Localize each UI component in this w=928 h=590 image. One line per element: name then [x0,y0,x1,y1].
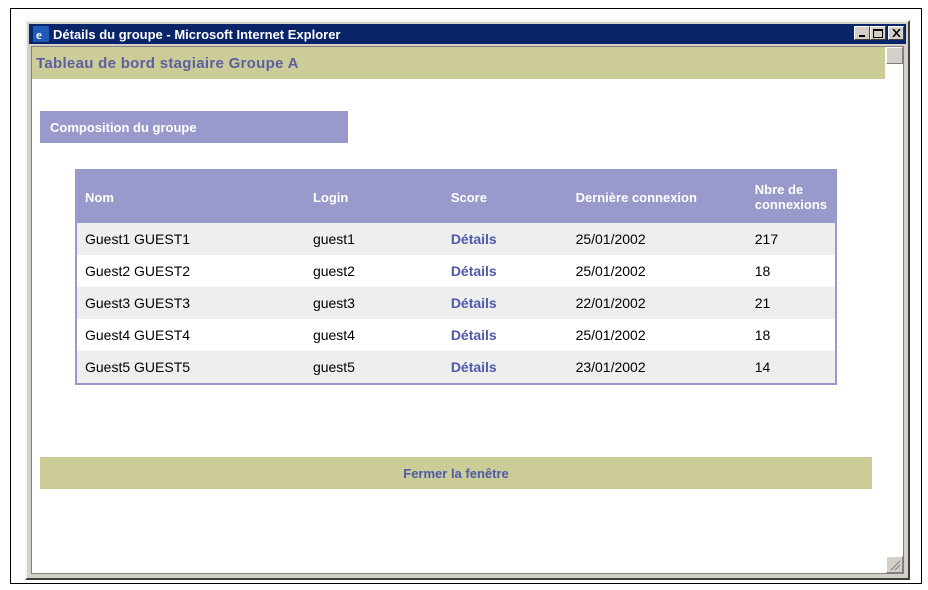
cell-last-connection: 23/01/2002 [567,351,747,383]
resize-grip-icon [890,560,901,571]
cell-score: Détails [442,319,568,351]
ie-logo-icon: e [33,26,49,42]
cell-login: guest4 [304,319,443,351]
details-link[interactable]: Détails [451,231,497,247]
cell-connection-count: 18 [746,255,835,287]
close-icon [891,29,901,37]
cell-connection-count: 14 [746,351,835,383]
cell-last-connection: 25/01/2002 [567,255,747,287]
cell-score: Détails [442,351,568,383]
maximize-button[interactable] [870,26,886,40]
cell-nom: Guest1 GUEST1 [77,223,305,255]
details-link[interactable]: Détails [451,327,497,343]
close-window-link[interactable]: Fermer la fenêtre [403,466,509,481]
window-controls [854,26,904,40]
cell-connection-count: 21 [746,287,835,319]
svg-text:e: e [36,27,42,42]
table-row: Guest2 GUEST2 guest2 Détails 25/01/2002 … [77,255,835,287]
title-bar[interactable]: e Détails du groupe - Microsoft Internet… [29,24,906,44]
cell-connection-count: 18 [746,319,835,351]
column-header-login: Login [304,171,443,223]
group-table: Nom Login Score Dernière connexion Nbre … [75,169,837,385]
page-content: Tableau de bord stagiaire Groupe A Compo… [31,46,904,574]
details-link[interactable]: Détails [451,359,497,375]
scroll-down-button[interactable] [886,556,903,573]
table-row: Guest4 GUEST4 guest4 Détails 25/01/2002 … [77,319,835,351]
cell-nom: Guest3 GUEST3 [77,287,305,319]
column-header-last-connection: Dernière connexion [567,171,747,223]
cell-score: Détails [442,287,568,319]
close-button[interactable] [888,26,904,40]
table-header-row: Nom Login Score Dernière connexion Nbre … [77,171,835,223]
cell-login: guest5 [304,351,443,383]
vertical-scrollbar[interactable] [886,47,903,573]
section-title: Composition du groupe [50,119,197,135]
cell-login: guest2 [304,255,443,287]
cell-connection-count: 217 [746,223,835,255]
cell-nom: Guest5 GUEST5 [77,351,305,383]
header-band: Tableau de bord stagiaire Groupe A [32,47,885,79]
cell-score: Détails [442,255,568,287]
cell-last-connection: 22/01/2002 [567,287,747,319]
cell-nom: Guest4 GUEST4 [77,319,305,351]
cell-login: guest3 [304,287,443,319]
minimize-button[interactable] [854,26,870,40]
details-link[interactable]: Détails [451,295,497,311]
minimize-icon [859,35,865,37]
cell-nom: Guest2 GUEST2 [77,255,305,287]
footer-band: Fermer la fenêtre [40,457,872,489]
table-row: Guest1 GUEST1 guest1 Détails 25/01/2002 … [77,223,835,255]
page-title: Tableau de bord stagiaire Groupe A [36,54,299,72]
column-header-nom: Nom [77,171,305,223]
cell-score: Détails [442,223,568,255]
cell-login: guest1 [304,223,443,255]
table-row: Guest5 GUEST5 guest5 Détails 23/01/2002 … [77,351,835,383]
cell-last-connection: 25/01/2002 [567,319,747,351]
column-header-score: Score [442,171,568,223]
scroll-up-button[interactable] [886,47,903,64]
details-link[interactable]: Détails [451,263,497,279]
maximize-icon [873,28,883,38]
table-row: Guest3 GUEST3 guest3 Détails 22/01/2002 … [77,287,835,319]
section-heading: Composition du groupe [40,111,348,143]
browser-window: e Détails du groupe - Microsoft Internet… [25,20,910,580]
window-title: Détails du groupe - Microsoft Internet E… [53,26,341,42]
cell-last-connection: 25/01/2002 [567,223,747,255]
column-header-connection-count: Nbre de connexions [746,171,835,223]
